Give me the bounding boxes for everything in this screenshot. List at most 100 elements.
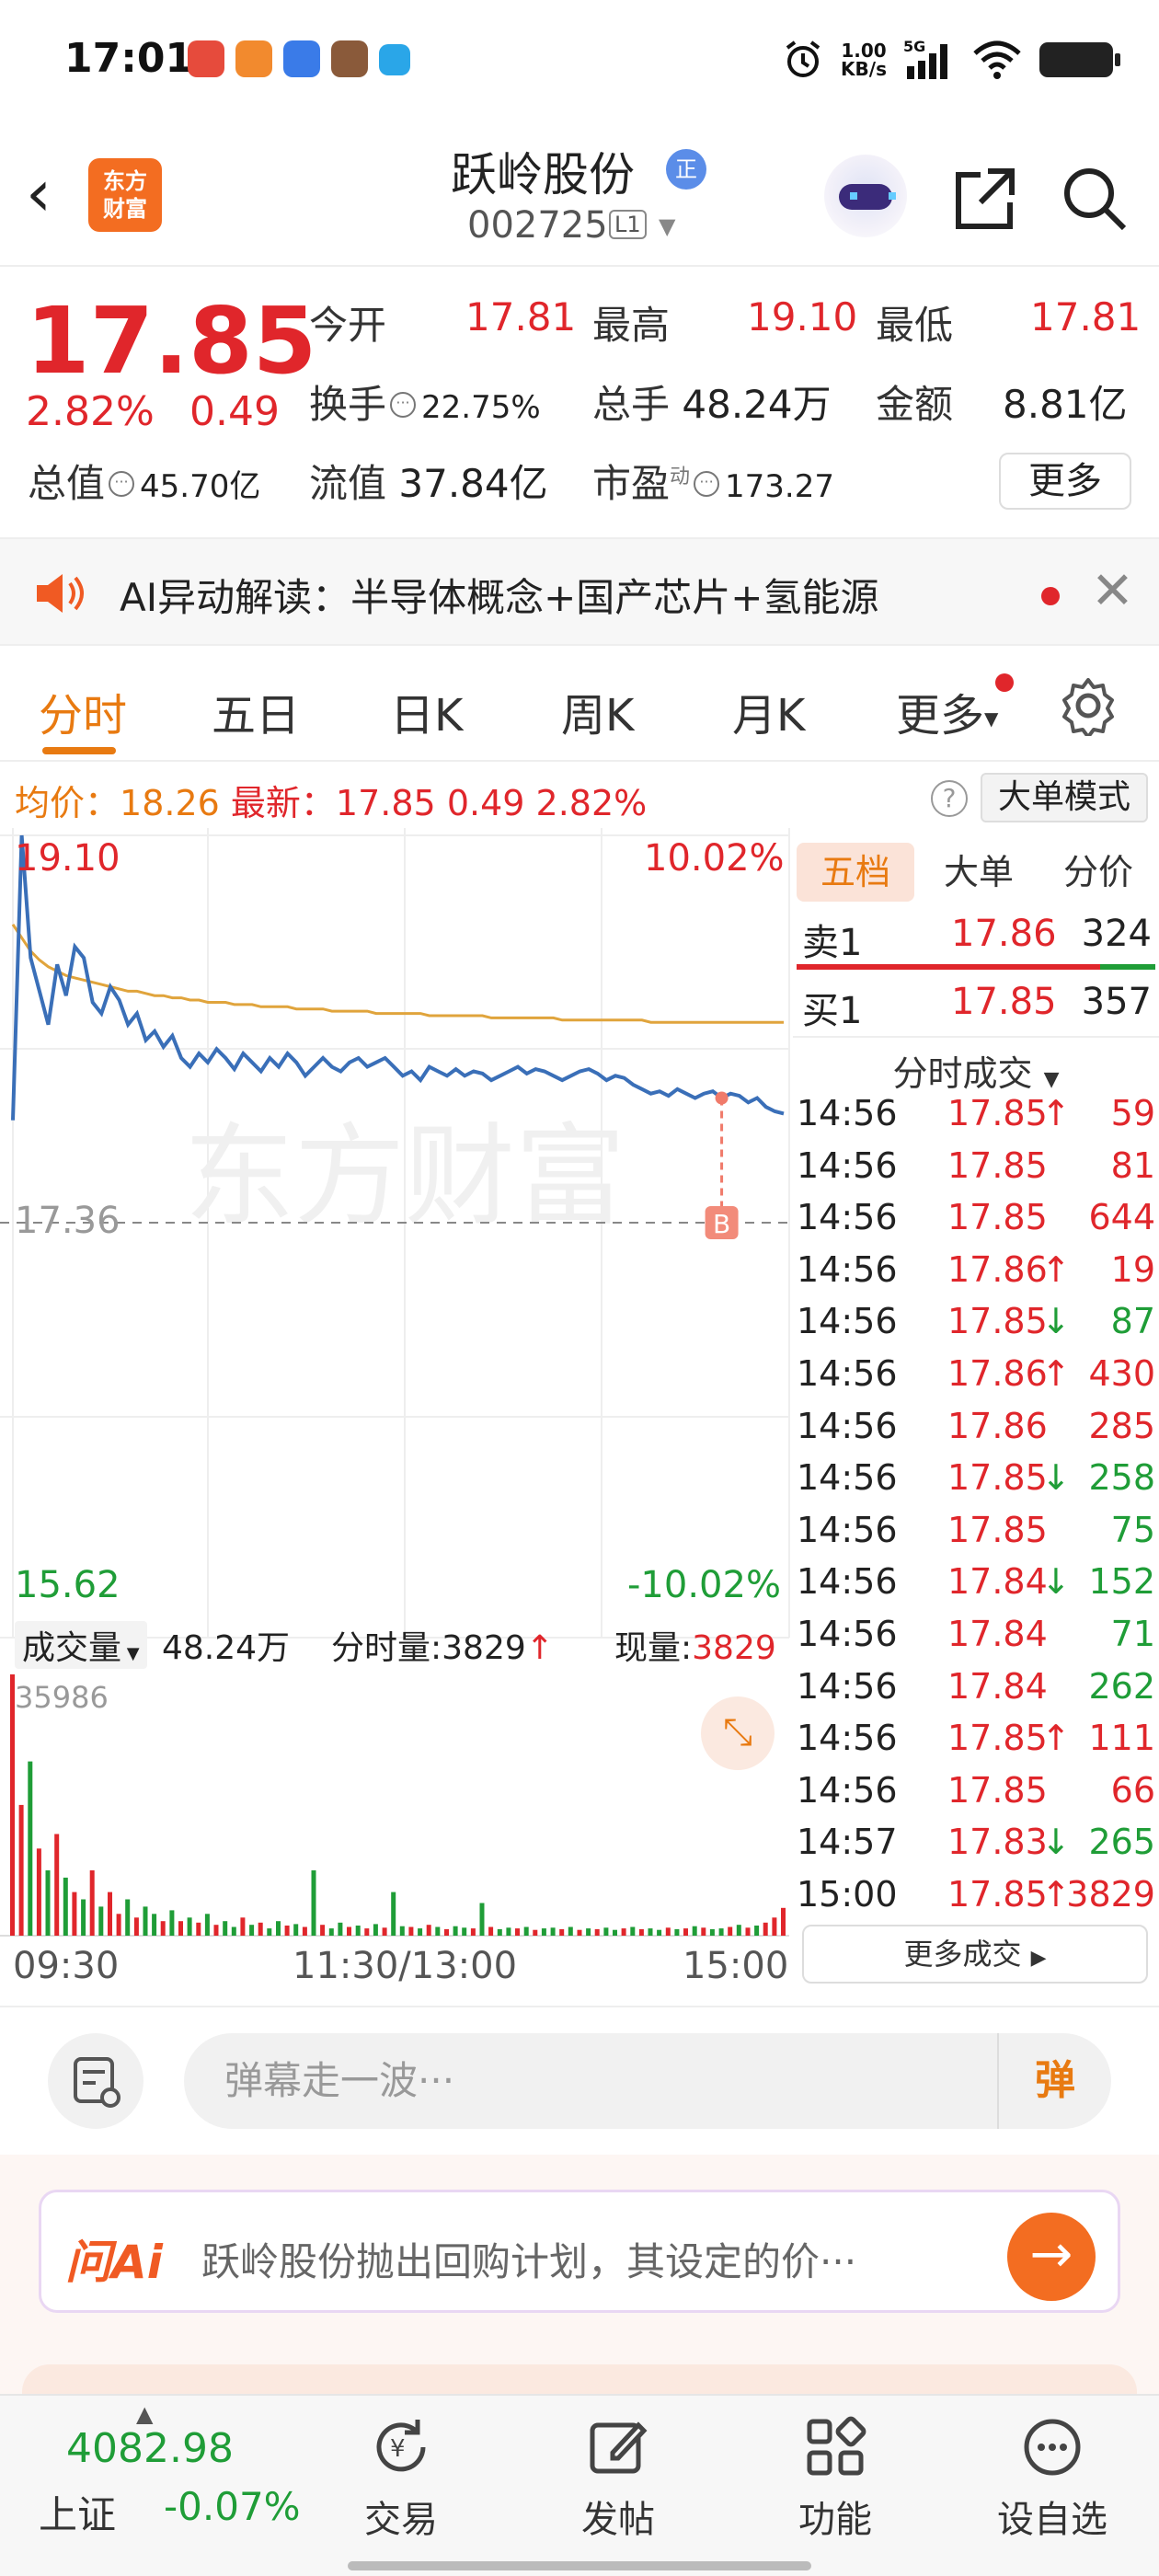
volume-bar — [470, 1928, 476, 1936]
high-value: 19.10 — [747, 294, 858, 339]
volume-bar — [213, 1925, 219, 1936]
big-order-mode-button[interactable]: 大单模式 — [981, 773, 1148, 822]
tab-weekly-k[interactable]: 周K — [561, 679, 634, 743]
info-icon[interactable]: ··· — [390, 391, 417, 418]
home-indicator[interactable] — [348, 2561, 811, 2570]
volume-bar — [311, 1870, 316, 1936]
pct-change: 2.82% — [26, 388, 155, 435]
volume-bar — [320, 1925, 326, 1936]
ask-ai-logo: 问Ai — [65, 2236, 163, 2289]
help-icon[interactable]: ? — [931, 780, 968, 817]
volume-bar — [728, 1926, 733, 1936]
volume-bar — [98, 1906, 104, 1936]
tag-badge: 正 — [666, 149, 706, 190]
brand-logo[interactable]: 东方 财富 — [88, 158, 162, 232]
bottom-nav: ▲ 4082.98 上证 -0.07% ¥ 交易 发帖 功能 设自选 — [0, 2394, 1159, 2576]
intraday-chart[interactable]: 东方财富 B — [0, 828, 791, 2004]
tick-row: 14:56 17.85 ↑ 59 — [797, 1093, 1155, 1133]
more-quote-button[interactable]: 更多 — [999, 453, 1131, 510]
ask-ai-card[interactable]: 问Ai 跃岭股份抛出回购计划，其设定的价··· → — [39, 2190, 1120, 2313]
more-trades-button[interactable]: 更多成交 ▶ — [802, 1925, 1148, 1984]
expand-icon[interactable]: ⤡ — [701, 1696, 775, 1770]
amount-label: 金额 — [876, 382, 954, 427]
volume-bar — [284, 1926, 290, 1936]
app-notification-icon — [235, 40, 272, 77]
tick-row: 14:56 17.85 ↓ 87 — [797, 1301, 1155, 1342]
order-book-panel: 五档 大单 分价 卖1 17.86 324 买1 17.85 357 分时成交 … — [793, 828, 1159, 2004]
stock-code[interactable]: 002725 — [467, 204, 608, 247]
tab-more[interactable]: 更多▼ — [896, 679, 998, 743]
chart-tabs: 分时 五日 日K 周K 月K 更多▼ — [0, 648, 1159, 762]
high-label: 最高 — [592, 303, 671, 348]
gear-icon[interactable] — [1058, 675, 1119, 736]
low-label: 最低 — [876, 303, 954, 348]
volume-bar — [408, 1926, 414, 1936]
back-icon[interactable]: ‹ — [26, 161, 52, 225]
volume-selector[interactable]: 成交量 ▼ — [15, 1621, 147, 1669]
volume-bar — [231, 1926, 236, 1936]
tick-row: 14:56 17.85 ↑ 111 — [797, 1718, 1155, 1759]
close-icon[interactable]: ✕ — [1091, 561, 1134, 621]
volume-bar — [630, 1926, 636, 1936]
active-tab-underline — [42, 747, 116, 754]
volume-bar — [515, 1928, 520, 1936]
chevron-down-icon[interactable]: ▼ — [659, 213, 675, 239]
tick-trades-header[interactable]: 分时成交 ▼ — [793, 1036, 1159, 1094]
volume-bar — [338, 1922, 343, 1936]
ai-alert-banner[interactable]: AI异动解读：半导体概念+国产芯片+氢能源 ✕ — [0, 537, 1159, 646]
prev-close-label: 17.36 — [15, 1200, 120, 1242]
volume-bar — [444, 1928, 449, 1936]
nav-post[interactable]: 发帖 — [545, 2405, 692, 2543]
share-icon[interactable] — [947, 162, 1021, 236]
pe-label: 市盈动 ··· 173.27 — [592, 461, 834, 506]
ask-ai-prompt: 跃岭股份抛出回购计划，其设定的价··· — [201, 2239, 857, 2284]
volume-bar — [72, 1892, 77, 1936]
index-value[interactable]: 4082.98 — [66, 2425, 234, 2472]
buy-marker[interactable]: B — [705, 1091, 739, 1239]
nav-functions[interactable]: 功能 — [762, 2405, 909, 2543]
volume-bar — [36, 1848, 41, 1936]
volume-bar — [178, 1921, 183, 1936]
tick-row: 14:56 17.84 71 — [797, 1614, 1155, 1654]
tab-monthly-k[interactable]: 月K — [732, 679, 805, 743]
search-icon[interactable] — [1058, 162, 1131, 236]
tab-intraday[interactable]: 分时 — [39, 679, 127, 743]
index-change[interactable]: -0.07% — [164, 2484, 301, 2529]
ai-robot-icon[interactable] — [824, 155, 907, 237]
danmu-button[interactable]: 弹 — [997, 2033, 1111, 2129]
volume-bar — [718, 1928, 724, 1936]
current-volume: 现量:3829 — [614, 1629, 776, 1667]
alarm-icon — [786, 40, 820, 77]
info-icon[interactable]: ··· — [109, 470, 135, 497]
info-icon[interactable]: ··· — [694, 470, 720, 497]
cell-signal-icon: 5G — [903, 39, 947, 79]
volume-bar — [479, 1903, 485, 1936]
volume-bar — [533, 1929, 538, 1936]
tab-price-distribution[interactable]: 分价 — [1039, 843, 1157, 902]
volume-bar — [204, 1914, 210, 1936]
danmu-input[interactable]: 弹幕走一波··· — [184, 2033, 997, 2129]
volume-bar — [426, 1925, 431, 1936]
tab-big-orders[interactable]: 大单 — [920, 843, 1038, 902]
nav-trade[interactable]: ¥ 交易 — [327, 2405, 475, 2543]
volume-bar — [160, 1921, 166, 1936]
svg-text:¥: ¥ — [390, 2435, 406, 2463]
tab-daily-k[interactable]: 日K — [390, 679, 463, 743]
volume-bar — [196, 1922, 201, 1936]
volume-bar — [586, 1928, 591, 1936]
volume-bar — [453, 1926, 458, 1936]
note-settings-icon[interactable] — [48, 2033, 143, 2129]
volume-bar — [355, 1926, 361, 1936]
index-name[interactable]: 上证 — [39, 2484, 116, 2540]
tab-five-day[interactable]: 五日 — [212, 679, 300, 743]
tick-row: 14:56 17.86 285 — [797, 1405, 1155, 1446]
app-notification-icon — [188, 40, 224, 77]
y-max-pct-label: 10.02% — [644, 837, 785, 880]
arrow-right-icon[interactable]: → — [1007, 2213, 1096, 2301]
float-cap-label: 流值 37.84亿 — [309, 461, 548, 506]
caret-up-icon: ▲ — [136, 2401, 154, 2427]
volume-bar — [736, 1925, 741, 1936]
tab-five-levels[interactable]: 五档 — [797, 843, 914, 902]
volume-bar — [638, 1928, 644, 1936]
nav-add-watchlist[interactable]: 设自选 — [979, 2405, 1126, 2543]
